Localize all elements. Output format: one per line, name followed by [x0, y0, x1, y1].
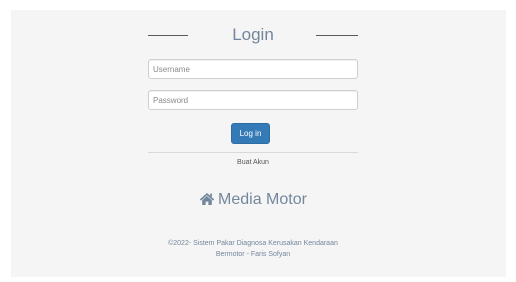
footer: ©2022- Sistem Pakar Diagnosa Kerusakan K… [120, 238, 386, 260]
brand-name: Media Motor [218, 191, 307, 208]
register-link[interactable]: Buat Akun [148, 159, 358, 166]
separator [148, 152, 358, 153]
brand: Media Motor [148, 190, 358, 212]
username-input[interactable] [148, 59, 358, 79]
login-button[interactable]: Log in [231, 123, 270, 144]
header-line-right [316, 35, 358, 36]
password-input[interactable] [148, 90, 358, 110]
footer-line-1: ©2022- Sistem Pakar Diagnosa Kerusakan K… [168, 240, 338, 247]
login-header: Login [148, 24, 358, 46]
footer-line-2: Bermotor - Faris Sofyan [215, 251, 291, 258]
home-icon [199, 192, 215, 212]
